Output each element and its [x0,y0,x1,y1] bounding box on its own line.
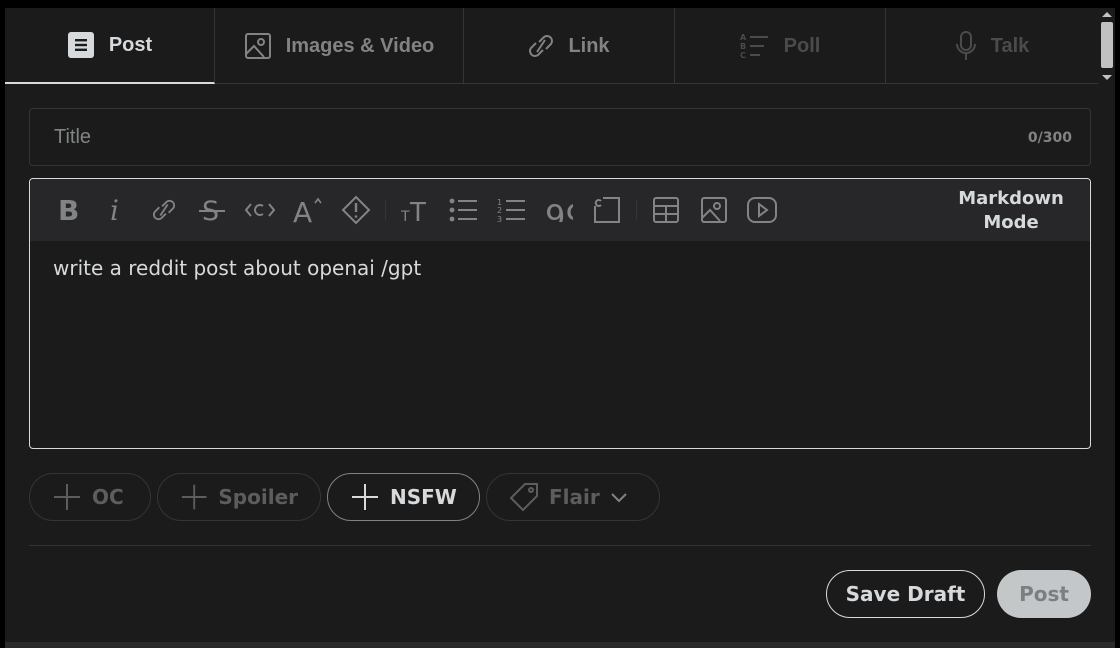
svg-text:99: 99 [545,198,573,222]
heading-icon: TT [401,198,426,223]
tab-link-label: Link [568,34,610,57]
bulleted-list-icon [449,198,477,222]
link-button[interactable] [140,186,188,234]
toolbar-separator [636,200,637,220]
numbered-list-button[interactable]: 123 [487,186,535,234]
svg-text:2: 2 [497,206,502,215]
spoiler-icon [341,195,371,225]
superscript-icon: A [293,196,322,225]
post-type-tabs: Post Images & Video Link A B C Poll Talk [5,8,1098,84]
svg-text:T: T [409,198,426,223]
divider [29,545,1091,546]
save-draft-button[interactable]: Save Draft [826,570,985,618]
scroll-down-arrow-icon[interactable] [1102,75,1112,80]
italic-button[interactable]: i [92,186,140,234]
strikethrough-button[interactable]: S [188,186,236,234]
spoiler-tag-button[interactable]: Spoiler [157,473,321,521]
tabs-scrollbar[interactable] [1098,8,1115,84]
title-char-counter: 0/300 [1027,130,1072,146]
spoiler-button[interactable] [332,186,380,234]
tab-post-label: Post [108,33,153,56]
editor-text-area[interactable]: write a reddit post about openai /gpt [30,241,1090,295]
svg-text:B: B [740,42,746,51]
svg-text:C: C [740,51,746,60]
video-button[interactable] [738,186,786,234]
code-block-icon [594,197,620,223]
image-button[interactable] [690,186,738,234]
bulleted-list-button[interactable] [439,186,487,234]
scroll-up-arrow-icon[interactable] [1102,12,1112,17]
plus-icon [54,484,80,510]
italic-icon: i [110,196,119,224]
flair-button[interactable]: Flair [486,473,660,521]
quote-block-button[interactable]: 99 [535,186,583,234]
spoiler-tag-label: Spoiler [218,485,298,509]
table-button[interactable] [642,186,690,234]
svg-text:B: B [58,197,79,223]
heading-button[interactable]: TT [391,186,439,234]
title-input[interactable] [30,109,1090,165]
superscript-button[interactable]: A [284,186,332,234]
svg-text:3: 3 [497,215,502,223]
quote-icon: 99 [545,198,573,222]
svg-text:A: A [740,33,747,42]
chevron-down-icon [611,493,627,503]
flair-label: Flair [549,485,600,509]
table-icon [653,197,679,223]
footer-strip [5,642,1115,648]
svg-text:T: T [401,209,410,223]
tab-images-video[interactable]: Images & Video [215,8,464,84]
tab-poll[interactable]: A B C Poll [675,8,886,84]
microphone-icon [955,31,976,60]
tab-images-video-label: Images & Video [285,34,435,57]
inline-code-icon [245,203,275,217]
post-submit-button[interactable]: Post [997,570,1091,618]
image-icon [701,197,727,223]
rich-text-editor: B i S A T T 1 2 3 9 Markdown Mode write … [29,178,1091,449]
nsfw-tag-label: NSFW [390,485,457,509]
image-icon [244,33,271,59]
code-block-button[interactable] [583,186,631,234]
nsfw-tag-button[interactable]: NSFW [327,473,480,521]
inline-code-button[interactable] [236,186,284,234]
plus-icon [181,484,207,510]
oc-tag-button[interactable]: OC [29,473,151,521]
svg-text:A: A [293,196,312,225]
tab-post[interactable]: Post [5,8,215,84]
bold-icon: B [58,197,79,223]
title-field: 0/300 [29,108,1091,166]
link-icon [529,35,554,57]
toolbar-separator [385,200,386,220]
tab-talk[interactable]: Talk [886,8,1098,84]
post-icon [67,32,94,58]
video-icon [747,197,777,223]
editor-toolbar: B i S A T T 1 2 3 9 Markdown Mode [30,179,1090,241]
tag-icon [509,483,538,512]
link-icon [152,199,176,221]
svg-text:i: i [110,196,119,224]
tab-poll-label: Poll [783,34,821,57]
numbered-list-icon: 123 [497,198,525,223]
create-post-card: Post Images & Video Link A B C Poll Talk… [5,8,1115,648]
tab-talk-label: Talk [990,34,1030,57]
oc-tag-label: OC [92,485,124,509]
plus-icon [352,484,378,510]
scrollbar-thumb[interactable] [1101,22,1113,68]
tab-link[interactable]: Link [464,8,675,84]
poll-icon: A B C [740,33,768,60]
bold-button[interactable]: B [44,186,92,234]
markdown-mode-toggle[interactable]: Markdown Mode [956,187,1066,235]
strikethrough-icon: S [199,196,225,224]
